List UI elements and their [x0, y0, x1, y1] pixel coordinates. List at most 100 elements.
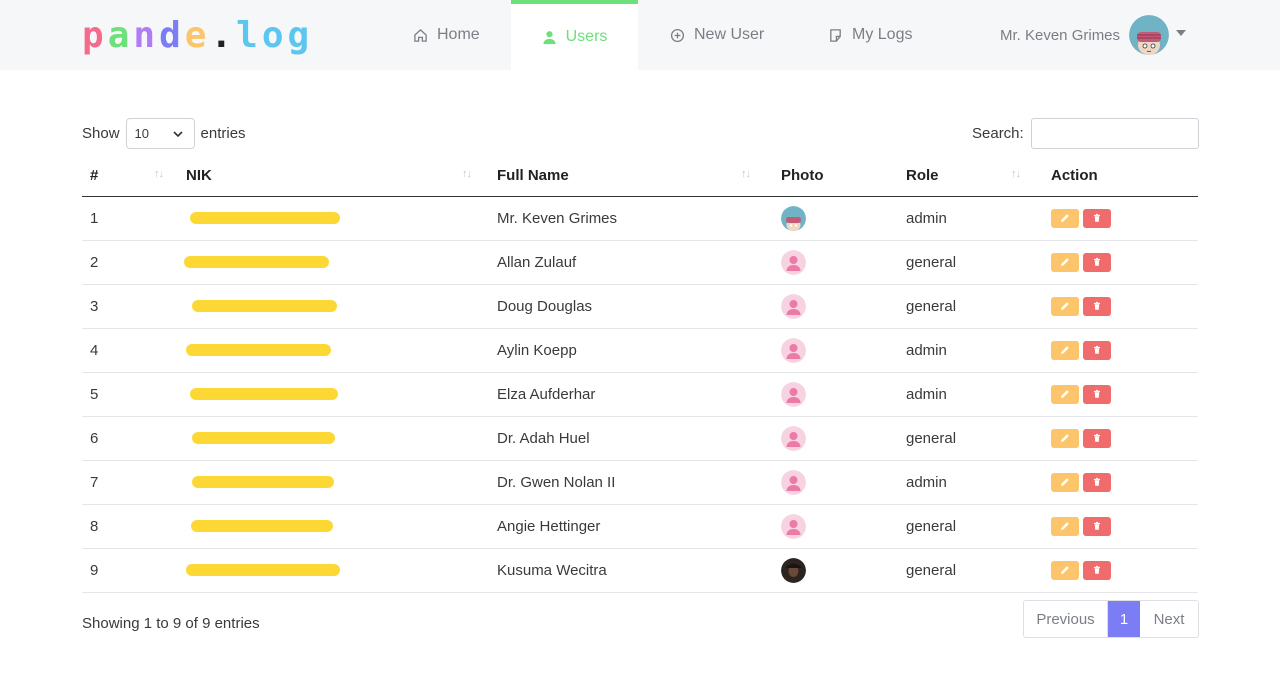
photo-cell	[773, 196, 898, 241]
pencil-icon	[1061, 302, 1069, 310]
delete-button[interactable]	[1083, 472, 1111, 492]
next-page-button[interactable]: Next	[1140, 601, 1198, 637]
delete-button[interactable]	[1083, 296, 1111, 316]
nav-home[interactable]: Home	[413, 0, 480, 70]
nik-cell	[178, 372, 489, 417]
delete-button[interactable]	[1083, 208, 1111, 228]
user-avatar	[1129, 15, 1170, 55]
redacted-nik	[186, 564, 340, 576]
edit-button[interactable]	[1051, 516, 1079, 536]
row-number: 2	[82, 240, 178, 285]
user-menu[interactable]: Mr. Keven Grimes	[1000, 15, 1187, 55]
user-photo	[781, 469, 806, 495]
edit-button[interactable]	[1051, 384, 1079, 404]
edit-button[interactable]	[1051, 208, 1079, 228]
photo-cell	[773, 372, 898, 417]
row-number: 7	[82, 460, 178, 505]
logo-letter: e	[184, 15, 211, 56]
sort-icon[interactable]: ↑↓	[154, 168, 164, 180]
role: admin	[898, 460, 1043, 505]
chevron-down-icon[interactable]	[1176, 30, 1187, 36]
trash-icon	[1094, 565, 1100, 574]
nav-my-logs-label: My Logs	[852, 26, 913, 43]
delete-button[interactable]	[1083, 340, 1111, 360]
redacted-nik	[191, 520, 333, 532]
entries-select-value: 10	[134, 126, 149, 141]
sort-icon[interactable]: ↑↓	[1011, 168, 1021, 180]
trash-icon	[1094, 477, 1100, 486]
search-input[interactable]	[1030, 118, 1199, 149]
user-name: Mr. Keven Grimes	[1000, 26, 1121, 44]
pencil-icon	[1061, 214, 1069, 222]
pencil-icon	[1061, 346, 1069, 354]
nik-cell	[178, 460, 489, 505]
nik-cell	[178, 284, 489, 329]
delete-button[interactable]	[1083, 516, 1111, 536]
delete-button[interactable]	[1083, 252, 1111, 272]
delete-button[interactable]	[1083, 428, 1111, 448]
delete-button[interactable]	[1083, 560, 1111, 580]
show-label: Show	[82, 125, 120, 142]
col-action: Action	[1043, 155, 1198, 197]
entries-length-control: Show 10 entries	[82, 118, 246, 149]
logo-letter: p	[82, 15, 108, 56]
edit-button[interactable]	[1051, 296, 1079, 316]
edit-button[interactable]	[1051, 252, 1079, 272]
nik-cell	[178, 196, 489, 241]
full-name: Aylin Koepp	[489, 328, 773, 373]
edit-button[interactable]	[1051, 340, 1079, 360]
previous-page-button[interactable]: Previous	[1024, 601, 1108, 637]
col-role[interactable]: Role ↑↓	[898, 155, 1043, 197]
action-cell	[1043, 504, 1198, 549]
edit-button[interactable]	[1051, 472, 1079, 492]
nav-new-user[interactable]: New User	[670, 0, 764, 70]
delete-button[interactable]	[1083, 384, 1111, 404]
logo-letter: o	[261, 15, 288, 56]
role: general	[898, 284, 1043, 329]
plus-circle-icon	[670, 28, 685, 42]
users-table: # ↑↓ NIK ↑↓ Full Name ↑↓ Photo Role ↑↓ Actio…	[82, 155, 1198, 593]
pencil-icon	[1061, 566, 1069, 574]
pencil-icon	[1061, 434, 1069, 442]
trash-icon	[1094, 301, 1100, 310]
nav-users[interactable]: Users	[511, 0, 638, 70]
trash-icon	[1094, 213, 1100, 222]
full-name: Angie Hettinger	[489, 504, 773, 549]
col-full-name[interactable]: Full Name ↑↓	[489, 155, 773, 197]
photo-cell	[773, 548, 898, 593]
navbar: pande.log Home Users New User My Logs Mr…	[0, 0, 1280, 70]
table-row: 4 Aylin Koepp admin	[82, 328, 1198, 373]
action-cell	[1043, 372, 1198, 417]
full-name: Elza Aufderhar	[489, 372, 773, 417]
app-logo[interactable]: pande.log	[82, 14, 313, 58]
trash-icon	[1094, 389, 1100, 398]
sort-icon[interactable]: ↑↓	[741, 168, 751, 180]
user-photo	[781, 205, 806, 231]
role: admin	[898, 372, 1043, 417]
redacted-nik	[190, 212, 340, 224]
col-nik[interactable]: NIK ↑↓	[178, 155, 489, 197]
col-number[interactable]: # ↑↓	[82, 155, 178, 197]
pencil-icon	[1061, 258, 1069, 266]
row-number: 6	[82, 416, 178, 461]
logo-letter: l	[236, 15, 262, 56]
logo-letter: g	[287, 15, 314, 56]
sort-icon[interactable]: ↑↓	[462, 168, 472, 180]
photo-cell	[773, 328, 898, 373]
entries-select[interactable]: 10	[125, 118, 195, 149]
page-1-button[interactable]: 1	[1108, 601, 1140, 637]
action-cell	[1043, 284, 1198, 329]
user-photo	[781, 381, 806, 407]
trash-icon	[1094, 257, 1100, 266]
nik-cell	[178, 416, 489, 461]
full-name: Doug Douglas	[489, 284, 773, 329]
photo-cell	[773, 240, 898, 285]
full-name: Kusuma Wecitra	[489, 548, 773, 593]
edit-button[interactable]	[1051, 560, 1079, 580]
redacted-nik	[190, 388, 338, 400]
user-photo	[781, 249, 806, 275]
edit-button[interactable]	[1051, 428, 1079, 448]
photo-cell	[773, 460, 898, 505]
nav-my-logs[interactable]: My Logs	[828, 0, 912, 70]
col-photo: Photo	[773, 155, 898, 197]
